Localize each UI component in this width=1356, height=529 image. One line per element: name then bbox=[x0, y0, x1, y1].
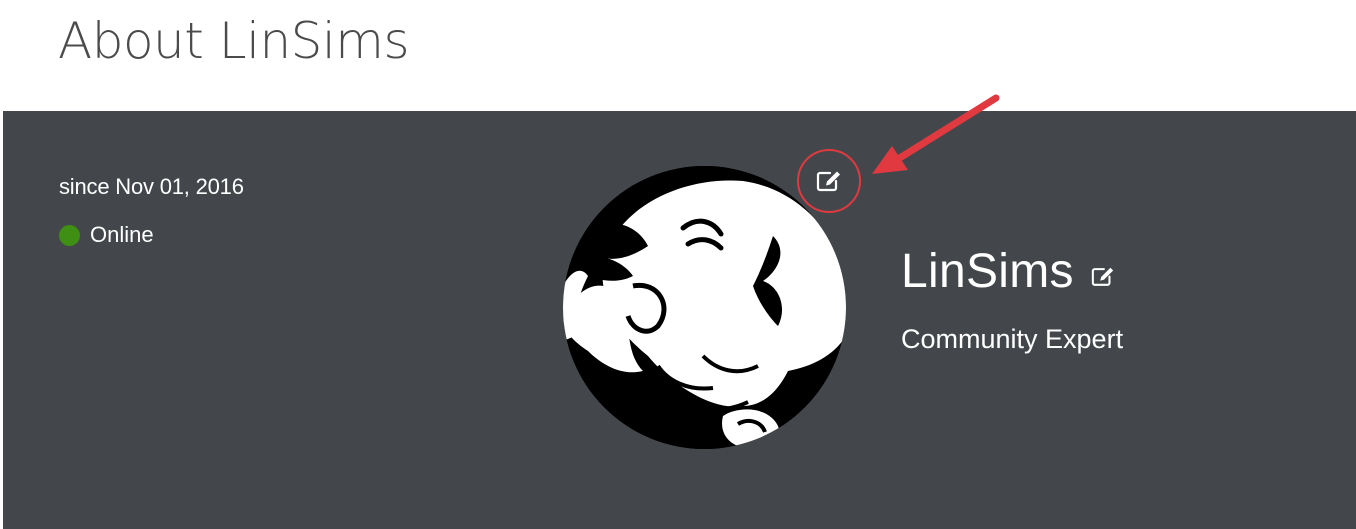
status-dot-icon bbox=[59, 224, 80, 246]
callout-arrow-icon bbox=[872, 94, 1000, 174]
username: LinSims bbox=[901, 245, 1074, 298]
profile-panel: since Nov 01, 2016 Online LinSims Commun… bbox=[3, 111, 1356, 529]
username-row: LinSims bbox=[901, 241, 1116, 303]
avatar bbox=[563, 166, 846, 449]
member-since-text: since Nov 01, 2016 bbox=[59, 174, 244, 199]
edit-icon bbox=[1091, 267, 1113, 286]
cartoon-avatar-image bbox=[563, 166, 846, 449]
online-status: Online bbox=[59, 222, 154, 248]
avatar-edit-button[interactable] bbox=[797, 149, 861, 213]
edit-icon bbox=[816, 171, 840, 192]
rank-label: Community Expert bbox=[901, 324, 1124, 354]
status-label: Online bbox=[90, 222, 154, 247]
name-edit-button[interactable] bbox=[1090, 263, 1116, 289]
page-title: About LinSims bbox=[58, 12, 410, 70]
